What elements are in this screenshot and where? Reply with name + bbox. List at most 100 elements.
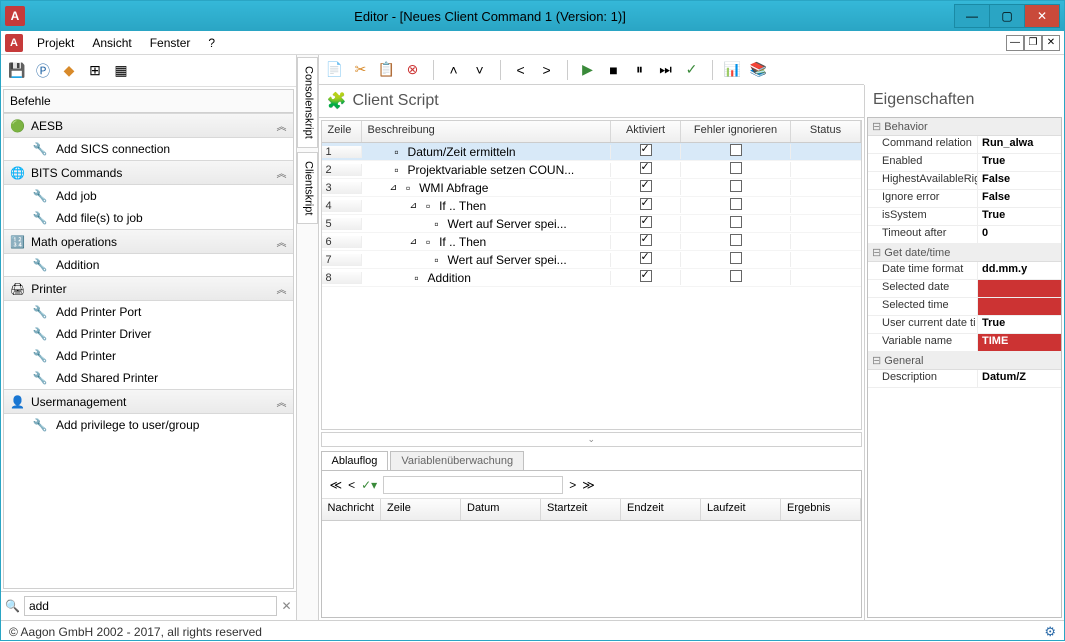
indent-icon[interactable]: > <box>537 60 557 80</box>
property-value[interactable]: Run_alwa <box>978 136 1061 153</box>
script-row[interactable]: 2 ▫Projektvariable setzen COUN... <box>322 161 861 179</box>
property-row[interactable]: Command relationRun_alwa <box>868 136 1061 154</box>
nav-first-icon[interactable]: ≪ <box>330 478 343 492</box>
property-group[interactable]: Get date/time <box>868 244 1061 262</box>
expander-icon[interactable]: ⊿ <box>390 182 398 193</box>
activated-checkbox[interactable] <box>640 162 652 174</box>
script-row[interactable]: 3 ⊿▫WMI Abfrage <box>322 179 861 197</box>
nav-next-icon[interactable]: > <box>569 478 576 492</box>
move-up-icon[interactable]: ˄ <box>444 60 464 80</box>
command-item[interactable]: 🔧Add Printer Driver <box>4 323 293 345</box>
move-down-icon[interactable]: ˅ <box>470 60 490 80</box>
property-row[interactable]: Ignore errorFalse <box>868 190 1061 208</box>
property-value[interactable]: True <box>978 154 1061 171</box>
category-printer[interactable]: 🖨Printer︽ <box>4 276 293 301</box>
log-col-datum[interactable]: Datum <box>461 499 541 520</box>
col-fehler[interactable]: Fehler ignorieren <box>681 121 791 142</box>
package-icon[interactable]: ◆ <box>59 61 79 81</box>
menu-projekt[interactable]: Projekt <box>29 34 82 52</box>
close-button[interactable]: ✕ <box>1024 4 1060 28</box>
property-value[interactable]: dd.mm.y <box>978 262 1061 279</box>
paste-icon[interactable]: 📋 <box>377 60 397 80</box>
minimize-button[interactable]: — <box>954 4 990 28</box>
property-value[interactable]: True <box>978 208 1061 225</box>
property-value[interactable]: Datum/Z <box>978 370 1061 387</box>
status-config-icon[interactable]: ⚙ <box>1044 624 1056 640</box>
ignore-error-checkbox[interactable] <box>730 180 742 192</box>
property-value[interactable]: True <box>978 316 1061 333</box>
ignore-error-checkbox[interactable] <box>730 216 742 228</box>
property-value[interactable]: TIME <box>978 334 1061 351</box>
activated-checkbox[interactable] <box>640 252 652 264</box>
ignore-error-checkbox[interactable] <box>730 234 742 246</box>
ignore-error-checkbox[interactable] <box>730 144 742 156</box>
layout-icon[interactable]: ⊞ <box>85 61 105 81</box>
tab-ablauflog[interactable]: Ablauflog <box>321 451 389 470</box>
log-filter-dropdown[interactable] <box>383 476 563 494</box>
expand-handle[interactable]: ⌄ <box>321 432 862 447</box>
property-row[interactable]: isSystemTrue <box>868 208 1061 226</box>
expander-icon[interactable]: ⊿ <box>410 236 418 247</box>
script-row[interactable]: 5 ▫Wert auf Server spei... <box>322 215 861 233</box>
command-item[interactable]: 🔧Add Printer Port <box>4 301 293 323</box>
clear-search-icon[interactable]: ✕ <box>281 599 291 613</box>
log-col-laufzeit[interactable]: Laufzeit <box>701 499 781 520</box>
property-row[interactable]: HighestAvailableRigFalse <box>868 172 1061 190</box>
category-usermanagement[interactable]: 👤Usermanagement︽ <box>4 389 293 414</box>
log-col-zeile[interactable]: Zeile <box>381 499 461 520</box>
grid-icon[interactable]: ▦ <box>111 61 131 81</box>
property-group[interactable]: General <box>868 352 1061 370</box>
validate-icon[interactable]: ✓ <box>682 60 702 80</box>
script-row[interactable]: 8 ▫Addition <box>322 269 861 287</box>
log-col-startzeit[interactable]: Startzeit <box>541 499 621 520</box>
col-status[interactable]: Status <box>791 121 861 142</box>
script-row[interactable]: 1 ▫Datum/Zeit ermitteln <box>322 143 861 161</box>
command-item[interactable]: 🔧Add job <box>4 185 293 207</box>
col-zeile[interactable]: Zeile <box>322 121 362 142</box>
activated-checkbox[interactable] <box>640 234 652 246</box>
command-item[interactable]: 🔧Add Printer <box>4 345 293 367</box>
vtab-clientskript[interactable]: Clientskript <box>297 152 318 224</box>
tab-variablen[interactable]: Variablenüberwachung <box>390 451 524 470</box>
log-col-ergebnis[interactable]: Ergebnis <box>781 499 861 520</box>
menu-help[interactable]: ? <box>200 34 223 52</box>
property-value[interactable]: False <box>978 190 1061 207</box>
category-aesb[interactable]: 🟢AESB︽ <box>4 113 293 138</box>
activated-checkbox[interactable] <box>640 270 652 282</box>
nav-prev-icon[interactable]: < <box>348 478 355 492</box>
activated-checkbox[interactable] <box>640 216 652 228</box>
pause-icon[interactable]: ⏸ <box>630 60 650 80</box>
cut-icon[interactable]: ✂ <box>351 60 371 80</box>
menu-ansicht[interactable]: Ansicht <box>84 34 139 52</box>
property-row[interactable]: EnabledTrue <box>868 154 1061 172</box>
log-col-nachricht[interactable]: Nachricht <box>322 499 381 520</box>
property-value[interactable] <box>978 298 1061 315</box>
nav-last-icon[interactable]: ≫ <box>582 478 595 492</box>
nav-check-icon[interactable]: ✓▾ <box>361 478 377 492</box>
command-item[interactable]: 🔧Add privilege to user/group <box>4 414 293 436</box>
property-row[interactable]: DescriptionDatum/Z <box>868 370 1061 388</box>
run-icon[interactable]: ▶ <box>578 60 598 80</box>
property-value[interactable] <box>978 280 1061 297</box>
save-icon[interactable]: 💾 <box>7 61 27 81</box>
property-row[interactable]: User current date tiTrue <box>868 316 1061 334</box>
vtab-consolenskript[interactable]: Consolenskript <box>297 57 318 148</box>
script-row[interactable]: 7 ▫Wert auf Server spei... <box>322 251 861 269</box>
property-row[interactable]: Selected date <box>868 280 1061 298</box>
stop-icon[interactable]: ■ <box>604 60 624 80</box>
property-row[interactable]: Timeout after0 <box>868 226 1061 244</box>
ignore-error-checkbox[interactable] <box>730 198 742 210</box>
ignore-error-checkbox[interactable] <box>730 252 742 264</box>
property-row[interactable]: Selected time <box>868 298 1061 316</box>
command-item[interactable]: 🔧Add file(s) to job <box>4 207 293 229</box>
property-group[interactable]: Behavior <box>868 118 1061 136</box>
outdent-icon[interactable]: < <box>511 60 531 80</box>
category-math-operations[interactable]: 🔢Math operations︽ <box>4 229 293 254</box>
log-col-endzeit[interactable]: Endzeit <box>621 499 701 520</box>
delete-icon[interactable]: ⊗ <box>403 60 423 80</box>
ignore-error-checkbox[interactable] <box>730 270 742 282</box>
activated-checkbox[interactable] <box>640 180 652 192</box>
step-forward-icon[interactable]: ⏭ <box>656 60 676 80</box>
script-row[interactable]: 4 ⊿▫If .. Then <box>322 197 861 215</box>
category-bits-commands[interactable]: 🌐BITS Commands︽ <box>4 160 293 185</box>
